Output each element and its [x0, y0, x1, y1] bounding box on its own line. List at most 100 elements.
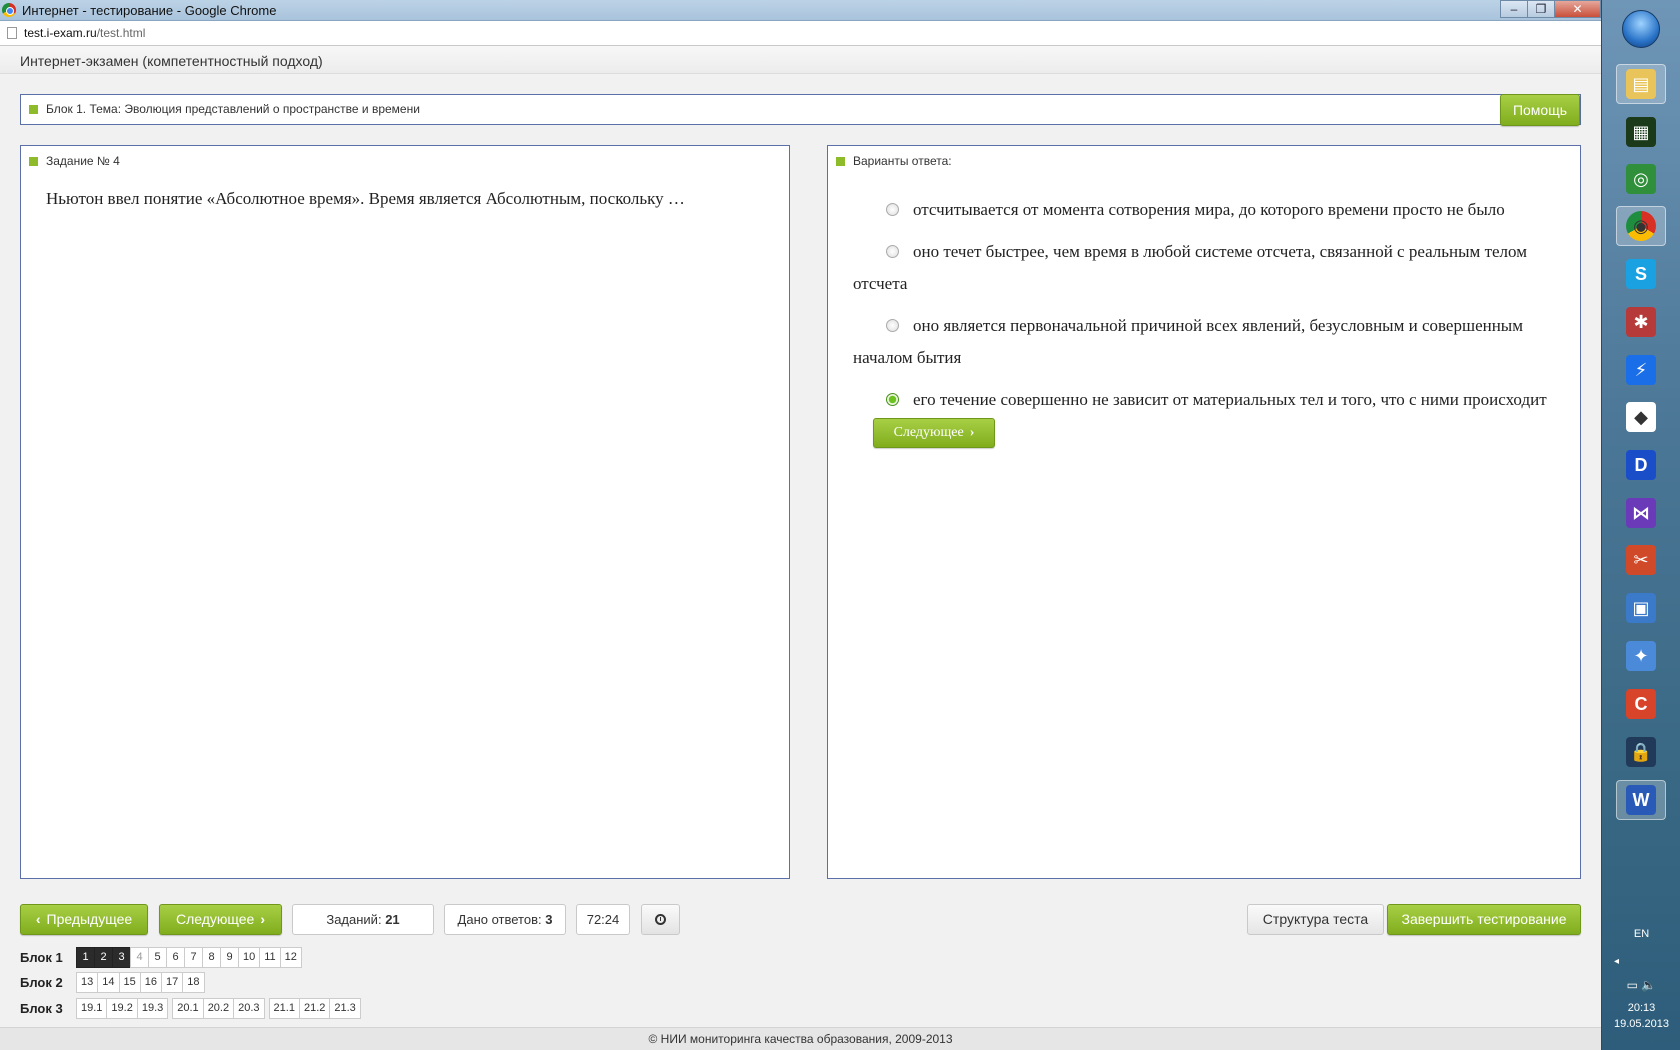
address-bar[interactable]: test.i-exam.ru/test.html [0, 21, 1601, 46]
window-title: Интернет - тестирование - Google Chrome [22, 3, 277, 18]
clock-time[interactable]: 20:13 [1602, 1002, 1680, 1014]
question-cell[interactable]: 12 [279, 946, 302, 968]
start-button[interactable] [1622, 10, 1660, 48]
copyright: © НИИ мониторинга качества образования, … [648, 1032, 953, 1046]
chevron-right-icon: › [260, 911, 266, 927]
question-cell[interactable]: 4 [130, 946, 149, 968]
answers-header: Варианты ответа: [836, 154, 952, 168]
question-cell[interactable]: 21.2 [298, 997, 331, 1019]
question-cell[interactable]: 10 [238, 946, 261, 968]
question-cell[interactable]: 19.3 [136, 997, 169, 1019]
topic-text: Блок 1. Тема: Эволюция представлений о п… [46, 102, 420, 116]
question-group: 20.1 20.2 20.3 [172, 997, 265, 1019]
question-cell[interactable]: 11 [259, 946, 281, 968]
task-number: Задание № 4 [46, 154, 120, 168]
next-inline-button[interactable]: Следующее › [873, 418, 995, 449]
taskbar-glyph: S [1626, 259, 1656, 289]
question-cell[interactable]: 20.3 [233, 997, 265, 1019]
minimize-button[interactable]: – [1500, 0, 1528, 18]
question-cell[interactable]: 18 [182, 971, 205, 993]
chrome-logo-icon [2, 3, 16, 17]
radio-button[interactable] [886, 203, 899, 216]
visual-studio-icon[interactable]: ⋈ [1616, 493, 1666, 533]
question-cell[interactable]: 2 [94, 946, 113, 968]
question-cell[interactable]: 1 [76, 946, 95, 968]
atom-app-icon[interactable]: ✱ [1616, 302, 1666, 342]
maximize-button[interactable]: ❐ [1527, 0, 1555, 18]
previous-button[interactable]: ‹ Предыдущее [20, 904, 148, 935]
clock-date[interactable]: 19.05.2013 [1602, 1018, 1680, 1030]
page-icon [7, 27, 17, 39]
network-icon[interactable]: ▭ [1627, 978, 1638, 992]
question-cell[interactable]: 5 [148, 946, 167, 968]
question-cell[interactable]: 19.2 [106, 997, 138, 1019]
close-button[interactable]: ✕ [1554, 0, 1601, 18]
satellite-icon[interactable]: ✦ [1616, 636, 1666, 676]
foobar-icon[interactable]: ◆ [1616, 397, 1666, 437]
clock-icon [655, 914, 666, 925]
flash-app-icon[interactable]: ⚡ [1616, 350, 1666, 390]
question-cell[interactable]: 8 [202, 946, 221, 968]
answer-option-1[interactable]: отсчитывается от момента сотворения мира… [853, 194, 1563, 226]
tools-icon[interactable]: ✂ [1616, 540, 1666, 580]
taskbar-glyph: ◆ [1626, 402, 1656, 432]
question-cell[interactable]: 9 [220, 946, 239, 968]
ccleaner-icon[interactable]: C [1616, 684, 1666, 724]
matrix-app-icon[interactable]: ▦ [1616, 112, 1666, 152]
next-label: Следующее [175, 911, 255, 927]
chrome-icon[interactable]: ◉ [1616, 206, 1666, 246]
footer: © НИИ мониторинга качества образования, … [0, 1027, 1601, 1050]
lock-icon[interactable]: 🔒 [1616, 732, 1666, 772]
question-cell[interactable]: 7 [184, 946, 203, 968]
question-cell[interactable]: 6 [166, 946, 185, 968]
answer-text: оно является первоначальной причиной все… [853, 316, 1523, 367]
taskbar-glyph: ✱ [1626, 307, 1656, 337]
question-cell[interactable]: 21.1 [268, 997, 300, 1019]
taskbar-glyph: ◉ [1626, 211, 1656, 241]
question-cell[interactable]: 19.1 [76, 997, 108, 1019]
clock-button[interactable] [641, 904, 680, 935]
tasks-count-value: 21 [385, 912, 400, 927]
test-structure-button[interactable]: Структура теста [1247, 904, 1384, 935]
question-cell[interactable]: 21.3 [329, 997, 361, 1019]
previous-label: Предыдущее [46, 911, 133, 927]
word-icon[interactable]: W [1616, 780, 1666, 820]
folder-icon[interactable]: ▤ [1616, 64, 1666, 104]
network-globe-icon[interactable]: ◎ [1616, 159, 1666, 199]
volume-icon[interactable]: 🔈 [1641, 978, 1656, 992]
answer-option-4[interactable]: его течение совершенно не зависит от мат… [853, 384, 1563, 449]
question-cell[interactable]: 3 [112, 946, 131, 968]
question-cell[interactable]: 13 [76, 971, 99, 993]
browser-window: Интернет - тестирование - Google Chrome … [0, 0, 1601, 1050]
answer-option-3[interactable]: оно является первоначальной причиной все… [853, 310, 1563, 374]
question-cell[interactable]: 14 [97, 971, 120, 993]
tray-expand-icon[interactable]: ◂ [1614, 956, 1619, 967]
skype-icon[interactable]: S [1616, 254, 1666, 294]
next-button[interactable]: Следующее › [159, 904, 282, 935]
question-cell[interactable]: 15 [118, 971, 141, 993]
topic-header: Блок 1. Тема: Эволюция представлений о п… [29, 102, 420, 116]
help-button[interactable]: Помощь [1500, 94, 1580, 126]
daemon-tools-icon[interactable]: D [1616, 445, 1666, 485]
url-host: test.i-exam.ru [24, 26, 97, 40]
task-header: Задание № 4 [29, 154, 120, 168]
question-cell[interactable]: 16 [139, 971, 162, 993]
system-tray: ▭ 🔈 [1602, 978, 1680, 992]
taskbar-glyph: ◎ [1626, 164, 1656, 194]
url-text[interactable]: test.i-exam.ru/test.html [24, 26, 145, 40]
answers-header-label: Варианты ответа: [853, 154, 952, 168]
radio-button-selected[interactable] [886, 393, 899, 406]
answer-text: его течение совершенно не зависит от мат… [913, 390, 1547, 409]
task-question: Ньютон ввел понятие «Абсолютное время». … [46, 189, 685, 208]
radio-button[interactable] [886, 319, 899, 332]
taskbar-glyph: W [1626, 785, 1656, 815]
answer-option-2[interactable]: оно течет быстрее, чем время в любой сис… [853, 236, 1563, 300]
language-indicator[interactable]: EN [1602, 928, 1680, 940]
question-cell[interactable]: 20.2 [202, 997, 235, 1019]
taskbar-glyph: D [1626, 450, 1656, 480]
finish-test-button[interactable]: Завершить тестирование [1387, 904, 1581, 935]
radio-button[interactable] [886, 245, 899, 258]
question-cell[interactable]: 17 [161, 971, 184, 993]
question-cell[interactable]: 20.1 [172, 997, 204, 1019]
monitor-shield-icon[interactable]: ▣ [1616, 588, 1666, 628]
